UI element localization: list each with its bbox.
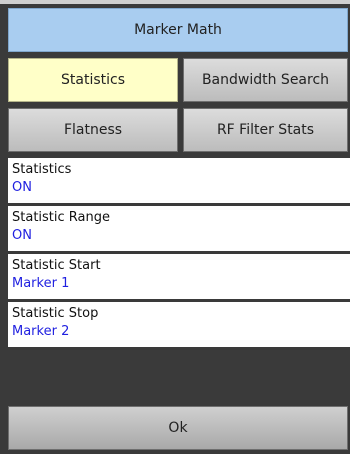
statistic-stop-setting[interactable]: Statistic Stop Marker 2 (8, 302, 350, 347)
statistic-start-setting[interactable]: Statistic Start Marker 1 (8, 254, 350, 299)
rf-filter-stats-button[interactable]: RF Filter Stats (183, 108, 348, 152)
setting-label: Statistics (12, 162, 72, 177)
setting-label: Statistic Start (12, 258, 101, 273)
setting-label: Statistic Range (12, 210, 110, 225)
panel-title: Marker Math (8, 8, 348, 52)
marker-math-panel: Marker Math Statistics Bandwidth Search … (0, 0, 350, 454)
setting-value: ON (12, 228, 32, 243)
setting-label: Statistic Stop (12, 306, 99, 321)
bandwidth-search-button[interactable]: Bandwidth Search (183, 58, 348, 102)
statistics-button[interactable]: Statistics (8, 58, 178, 102)
statistic-range-setting[interactable]: Statistic Range ON (8, 206, 350, 251)
statistics-setting[interactable]: Statistics ON (8, 158, 350, 203)
ok-button[interactable]: Ok (8, 406, 348, 450)
top-strip (0, 0, 350, 4)
flatness-button[interactable]: Flatness (8, 108, 178, 152)
setting-value: Marker 1 (12, 276, 70, 291)
setting-value: ON (12, 180, 32, 195)
setting-value: Marker 2 (12, 324, 70, 339)
